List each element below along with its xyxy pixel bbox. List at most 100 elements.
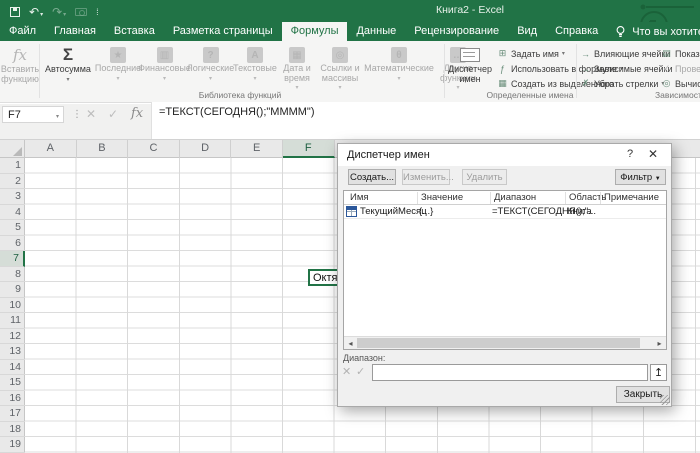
range-input[interactable] (372, 364, 648, 381)
ribbon-button-label: Последние (94, 63, 142, 73)
function-library-buttons: Σ Автосумма ▾ ★ Последние ▾ ▥ Финансовые ▾? Логич… (41, 44, 481, 91)
row-header-19[interactable]: 19 (0, 437, 25, 453)
dropdown-caret-icon: ▾ (561, 51, 565, 57)
fx-icon: fx (12, 46, 27, 64)
row-header-8[interactable]: 8 (0, 267, 25, 282)
formula-input[interactable]: =ТЕКСТ(СЕГОДНЯ();"ММММ") (151, 102, 700, 139)
resize-grip[interactable] (660, 395, 670, 405)
ribbon-item-label: Влияющие ячейки (594, 48, 671, 59)
ribbon-item-label: Убрать стрелки (594, 78, 659, 89)
group-separator (576, 44, 577, 98)
row-header-11[interactable]: 11 (0, 313, 25, 329)
tab-данные[interactable]: Данные (347, 22, 405, 41)
quick-access-toolbar: ↶▾ ↷▾ ⁞ (10, 3, 99, 21)
name-manager-button[interactable]: Диспетчер имен (447, 44, 493, 84)
row-header-9[interactable]: 9 (0, 282, 25, 298)
row-header-12[interactable]: 12 (0, 329, 25, 344)
row-header-4[interactable]: 4 (0, 205, 25, 220)
function-library-group-label: Библиотека функций (198, 90, 282, 100)
scroll-right-icon[interactable]: ▸ (653, 337, 666, 349)
tell-me-label: Что вы хотите сделать? (632, 25, 700, 38)
column-header-E[interactable]: E (231, 140, 283, 158)
row-headers: 1 2 3 4 5 6 7 8 9 10 11 12 13 14 15 16 17 18 19 (0, 158, 25, 453)
row-header-15[interactable]: 15 (0, 375, 25, 391)
dropdown-caret-icon: ▾ (338, 85, 342, 92)
column-header-F[interactable]: F (283, 140, 335, 158)
dialog-title-bar[interactable]: Диспетчер имен ? ✕ (338, 144, 671, 166)
undo-icon[interactable]: ↶▾ (29, 3, 43, 21)
row-header-17[interactable]: 17 (0, 406, 25, 422)
ribbon-button-label: Дата и время (283, 63, 311, 83)
row-header-2[interactable]: 2 (0, 174, 25, 189)
customize-qat-icon[interactable]: ⁞ (96, 7, 99, 17)
names-column-header-4[interactable]: Примечание (600, 192, 664, 204)
row-header-14[interactable]: 14 (0, 360, 25, 375)
tab-вставка[interactable]: Вставка (105, 22, 164, 41)
names-column-header-1[interactable]: Значение (417, 192, 487, 204)
tab-вид[interactable]: Вид (508, 22, 546, 41)
name-row-scope: Книга (567, 206, 592, 217)
camera-icon[interactable] (75, 8, 88, 16)
names-column-header-2[interactable]: Диапазон (490, 192, 562, 204)
tab-справка[interactable]: Справка (546, 22, 607, 41)
insert-function-label: Вставить функцию (0, 64, 40, 84)
select-all-corner[interactable] (0, 140, 25, 158)
edit-button: Изменить... (402, 169, 454, 185)
date-time-icon: ▦ (289, 47, 305, 63)
row-header-1[interactable]: 1 (0, 158, 25, 174)
name-manager-icon (460, 46, 480, 64)
filter-dropdown-icon: ▼ (654, 176, 661, 182)
row-header-13[interactable]: 13 (0, 344, 25, 360)
ribbon-button-autosum[interactable]: Σ Автосумма ▾ (41, 44, 95, 83)
names-list[interactable]: Имя Значение Диапазон Область Примечание Тек… (343, 190, 667, 350)
row-header-18[interactable]: 18 (0, 422, 25, 437)
tab-главная[interactable]: Главная (45, 22, 105, 41)
range-confirm-icon: ✓ (356, 366, 366, 378)
dropdown-caret-icon: ▾ (208, 75, 212, 82)
name-box[interactable]: F7 ▾ (2, 106, 64, 123)
group-separator (39, 44, 40, 98)
ribbon-item-error-checking: ✓ Проверка наличия ошибок (661, 61, 700, 76)
row-header-7[interactable]: 7 (0, 251, 25, 267)
row-header-10[interactable]: 10 (0, 298, 25, 313)
tab-рецензирование[interactable]: Рецензирование (405, 22, 508, 41)
ribbon-item-label: Вычислить формулу (675, 78, 700, 89)
ribbon-item-remove-arrows[interactable]: ✗ Убрать стрелки ▾ (580, 76, 673, 91)
dialog-close-icon[interactable]: ✕ (645, 147, 661, 161)
filter-button[interactable]: Фильтр ▼ (615, 169, 666, 185)
save-icon[interactable] (10, 7, 20, 17)
create-button[interactable]: Создать... (348, 169, 396, 185)
column-header-C[interactable]: C (128, 140, 180, 158)
ribbon-item-show-formulas[interactable]: ▤ Показать формулы (661, 46, 700, 61)
ribbon-tabs: Файл Главная Вставка Разметка страницы Форму… (0, 22, 607, 41)
scroll-left-icon[interactable]: ◂ (344, 337, 357, 349)
column-header-B[interactable]: B (77, 140, 129, 158)
ribbon-item-trace-dependents[interactable]: → Зависимые ячейки (580, 61, 673, 76)
redo-icon[interactable]: ↷▾ (52, 3, 66, 21)
name-box-dropdown-icon[interactable]: ▾ (56, 113, 59, 120)
tab-файл[interactable]: Файл (0, 22, 45, 41)
horizontal-scrollbar[interactable]: ◂ ▸ (344, 336, 666, 349)
row-header-6[interactable]: 6 (0, 236, 25, 251)
names-column-header-3[interactable]: Область (565, 192, 606, 204)
row-header-16[interactable]: 16 (0, 391, 25, 406)
named-range-icon (346, 206, 357, 217)
column-header-D[interactable]: D (180, 140, 232, 158)
ribbon-item-evaluate-formula[interactable]: ◎ Вычислить формулу (661, 76, 700, 91)
ribbon-button-recent-functions: ★ Последние ▾ (95, 44, 141, 82)
insert-function-fx-icon[interactable]: fx (131, 106, 143, 121)
range-picker-icon[interactable]: ↥ (650, 364, 667, 381)
tell-me-box[interactable]: Что вы хотите сделать? (607, 22, 700, 41)
ribbon-button-label: Ссылки и массивы (320, 63, 360, 83)
ribbon-item-trace-precedents[interactable]: → Влияющие ячейки (580, 46, 673, 61)
scrollbar-thumb[interactable] (357, 338, 640, 348)
dialog-help-icon[interactable]: ? (623, 148, 637, 160)
column-header-A[interactable]: A (25, 140, 77, 158)
row-header-3[interactable]: 3 (0, 189, 25, 205)
tab-разметка-страницы[interactable]: Разметка страницы (164, 22, 282, 41)
names-column-header-0[interactable]: Имя (347, 192, 414, 204)
name-row-ТекущийМесяц[interactable]: ТекущийМесяц {...} =ТЕКСТ(СЕГОДНЯ();"... Кн… (344, 205, 666, 219)
tab-формулы[interactable]: Формулы (281, 22, 348, 41)
row-header-5[interactable]: 5 (0, 220, 25, 236)
excel-window: ↶▾ ↷▾ ⁞ Книга2 - Excel Файл Главная Вставк… (0, 0, 700, 453)
